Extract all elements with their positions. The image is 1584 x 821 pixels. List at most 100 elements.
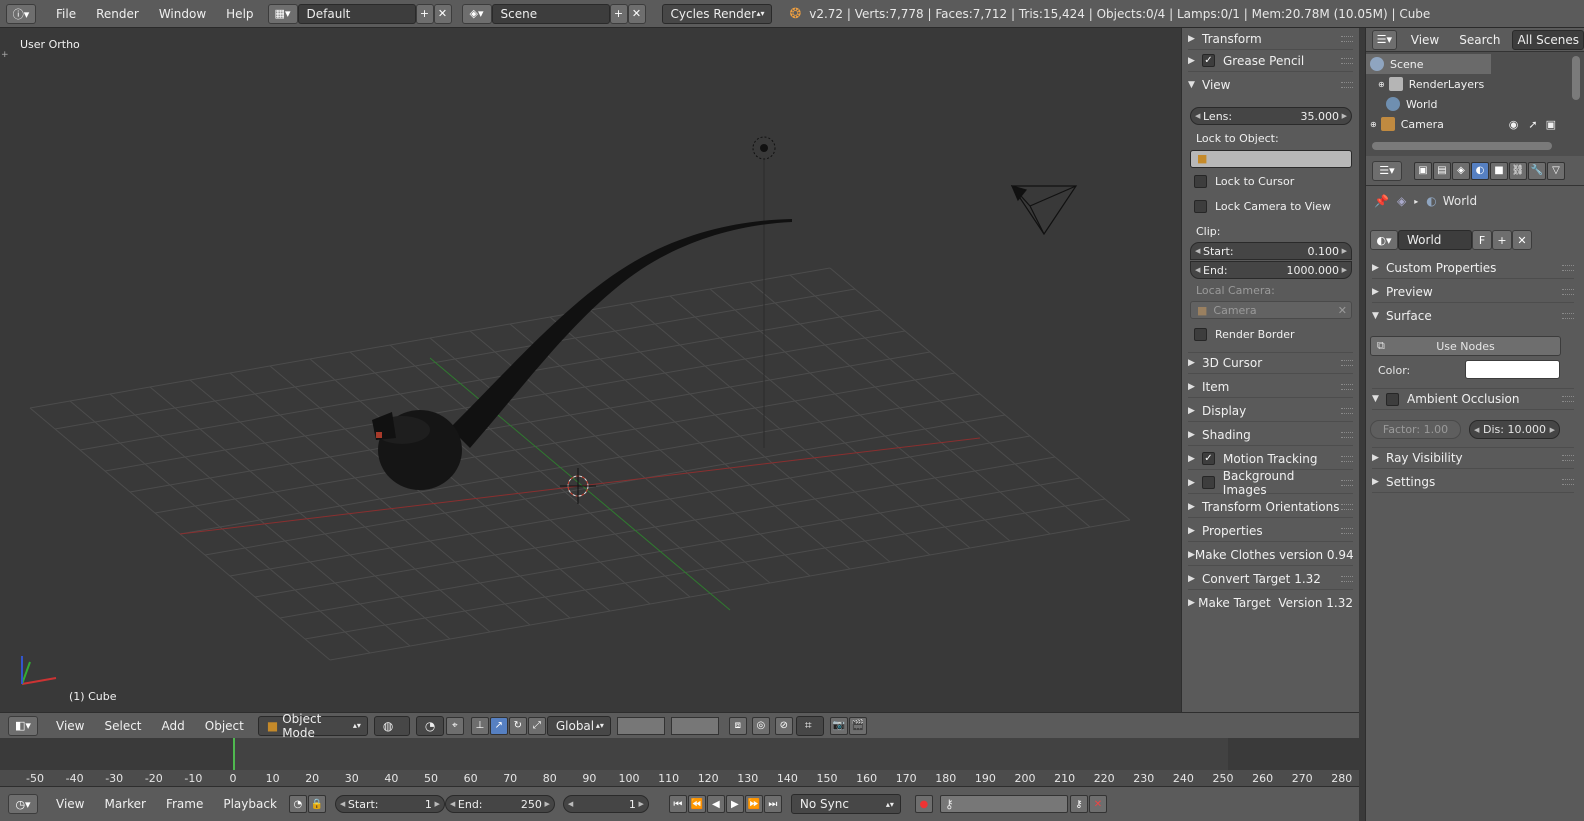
- menu-add[interactable]: Add: [152, 719, 195, 733]
- viewport-shading-dropdown[interactable]: ◍: [373, 715, 410, 736]
- opengl-animation-icon[interactable]: 🎬: [848, 716, 867, 735]
- ambient-occlusion-checkbox[interactable]: [1386, 392, 1399, 406]
- prev-keyframe-icon[interactable]: ⏪: [687, 795, 706, 813]
- 3d-viewport[interactable]: User Ortho + (1) Cube: [0, 28, 1181, 712]
- rotate-manipulator-icon[interactable]: ↻: [508, 716, 527, 735]
- increment-arrow-icon[interactable]: ▶: [1550, 426, 1555, 434]
- expand-icon[interactable]: ⊕: [1370, 120, 1377, 129]
- preview-range-icon[interactable]: ◔: [288, 795, 307, 813]
- grease-pencil-checkbox[interactable]: ✓: [1202, 54, 1215, 67]
- renderable-camera-icon[interactable]: ▣: [1546, 118, 1556, 131]
- clip-start-field[interactable]: ◀ Start: 0.100 ▶: [1190, 242, 1352, 260]
- outliner-menu-search[interactable]: Search: [1449, 33, 1510, 47]
- layout-name-field[interactable]: Default: [297, 3, 416, 24]
- world-tab-icon[interactable]: ◐: [1471, 161, 1489, 180]
- panel-ambient-occlusion[interactable]: ▼ Ambient Occlusion: [1372, 388, 1574, 410]
- play-icon[interactable]: ▶: [725, 795, 744, 813]
- current-frame-indicator[interactable]: [233, 738, 235, 770]
- editor-type-button[interactable]: ☰▾: [1372, 29, 1397, 50]
- panel-properties[interactable]: ▶ Properties: [1188, 520, 1353, 542]
- scene-browse-button[interactable]: ◈▾: [461, 3, 492, 24]
- constraints-tab-icon[interactable]: ⛓: [1509, 161, 1527, 180]
- camera-object[interactable]: [1010, 185, 1078, 236]
- timeline-area[interactable]: -50 -40 -30 -20 -10 0 10 20 30 40 50 60 70 80 90 100 110…: [0, 738, 1359, 786]
- data-tab-icon[interactable]: ▽: [1547, 161, 1565, 180]
- panel-motion-tracking[interactable]: ▶ ✓ Motion Tracking: [1188, 448, 1353, 470]
- outliner-row-world[interactable]: World: [1366, 94, 1566, 114]
- world-color-swatch[interactable]: [1465, 360, 1560, 379]
- outliner-v-scrollbar[interactable]: [1572, 56, 1580, 100]
- world-name-field[interactable]: World: [1398, 230, 1472, 250]
- render-layers-tab-icon[interactable]: ▤: [1433, 161, 1451, 180]
- scene-add-icon[interactable]: +: [609, 3, 628, 24]
- lock-camera-checkbox[interactable]: [1194, 200, 1207, 213]
- world-browse-button[interactable]: ◐▾: [1370, 230, 1398, 250]
- lock-layers-icon[interactable]: ⧈: [728, 716, 747, 735]
- translate-manipulator-icon[interactable]: ↗: [489, 716, 508, 735]
- manipulator-toggle-icon[interactable]: ⌖: [445, 716, 464, 735]
- menu-view[interactable]: View: [46, 719, 94, 733]
- editor-type-button[interactable]: ☰▾: [1372, 160, 1402, 181]
- scale-manipulator-icon[interactable]: ⤢: [527, 716, 546, 735]
- lock-object-field[interactable]: ■: [1190, 150, 1352, 168]
- panel-item[interactable]: ▶ Item: [1188, 376, 1353, 398]
- drag-grip-icon[interactable]: [1341, 57, 1353, 64]
- editor-type-button[interactable]: ◷▾: [8, 794, 38, 814]
- menu-window[interactable]: Window: [149, 7, 216, 21]
- scene-remove-icon[interactable]: ✕: [627, 3, 646, 24]
- editor-type-button[interactable]: ◧▾: [8, 715, 38, 736]
- scene-tab-icon[interactable]: ◈: [1452, 161, 1470, 180]
- pivot-dropdown[interactable]: ◔: [415, 715, 444, 736]
- outliner-row-camera[interactable]: ⊕ Camera ◉ ➚ ▣: [1366, 114, 1556, 134]
- menu-file[interactable]: File: [46, 7, 86, 21]
- render-border-toggle[interactable]: Render Border: [1194, 328, 1295, 341]
- drag-grip-icon[interactable]: [1341, 35, 1353, 42]
- timeline-menu-marker[interactable]: Marker: [94, 797, 155, 811]
- next-keyframe-icon[interactable]: ⏩: [744, 795, 763, 813]
- lock-to-cursor-toggle[interactable]: Lock to Cursor: [1194, 175, 1294, 188]
- timeline-track[interactable]: [0, 738, 1359, 770]
- keying-set-field[interactable]: ⚷: [939, 795, 1068, 813]
- outliner-menu-view[interactable]: View: [1401, 33, 1449, 47]
- drag-grip-icon[interactable]: [1341, 503, 1353, 510]
- timeline-menu-frame[interactable]: Frame: [156, 797, 213, 811]
- lamp-object[interactable]: [752, 136, 776, 160]
- render-engine-dropdown[interactable]: Cycles Render ▴▾: [661, 3, 772, 24]
- render-tab-icon[interactable]: ▣: [1414, 161, 1432, 180]
- panel-grease-pencil[interactable]: ▶ ✓ Grease Pencil: [1188, 50, 1353, 72]
- menu-help[interactable]: Help: [216, 7, 263, 21]
- drag-grip-icon[interactable]: [1341, 82, 1353, 88]
- panel-display[interactable]: ▶ Display: [1188, 400, 1353, 422]
- local-camera-field[interactable]: ■ Camera ✕: [1190, 301, 1352, 319]
- end-frame-field[interactable]: ◀ End: 250 ▶: [444, 795, 555, 813]
- clear-icon[interactable]: ✕: [1338, 304, 1347, 317]
- insert-keyframe-icon[interactable]: ⚷: [1069, 795, 1088, 813]
- expand-icon[interactable]: ⊕: [1378, 80, 1385, 89]
- drag-grip-icon[interactable]: [1341, 407, 1353, 414]
- clip-end-field[interactable]: ◀ End: 1000.000 ▶: [1190, 261, 1352, 279]
- drag-grip-icon[interactable]: [1341, 575, 1353, 582]
- panel-custom-properties[interactable]: ▶ Custom Properties: [1372, 257, 1574, 279]
- outliner-h-scrollbar[interactable]: [1372, 142, 1552, 150]
- jump-start-icon[interactable]: ⏮: [668, 795, 687, 813]
- layout-add-icon[interactable]: +: [415, 3, 434, 24]
- panel-convert-target[interactable]: ▶ Convert Target 1.32: [1188, 568, 1353, 590]
- drag-grip-icon[interactable]: [1562, 313, 1574, 319]
- drag-grip-icon[interactable]: [1562, 455, 1574, 461]
- panel-make-target[interactable]: ▶ Make Target Version 1.32: [1188, 592, 1353, 614]
- panel-view[interactable]: ▼ View: [1188, 74, 1353, 96]
- decrement-arrow-icon[interactable]: ◀: [1474, 426, 1479, 434]
- world-unlink-icon[interactable]: ✕: [1512, 230, 1532, 250]
- drag-grip-icon[interactable]: [1562, 288, 1574, 295]
- mode-dropdown[interactable]: ■ Object Mode ▴▾: [257, 712, 368, 740]
- world-add-icon[interactable]: +: [1492, 230, 1512, 250]
- background-images-checkbox[interactable]: [1201, 476, 1215, 489]
- fake-user-button[interactable]: F: [1472, 230, 1492, 250]
- layer-buttons-right[interactable]: [670, 716, 719, 735]
- ao-distance-field[interactable]: ◀ Dis: 10.000 ▶: [1469, 420, 1560, 439]
- lock-time-icon[interactable]: 🔒: [307, 795, 326, 813]
- lock-to-cursor-checkbox[interactable]: [1194, 175, 1207, 188]
- pin-icon[interactable]: 📌: [1374, 194, 1389, 208]
- panel-settings[interactable]: ▶ Settings: [1372, 471, 1574, 493]
- start-frame-field[interactable]: ◀ Start: 1 ▶: [334, 795, 445, 813]
